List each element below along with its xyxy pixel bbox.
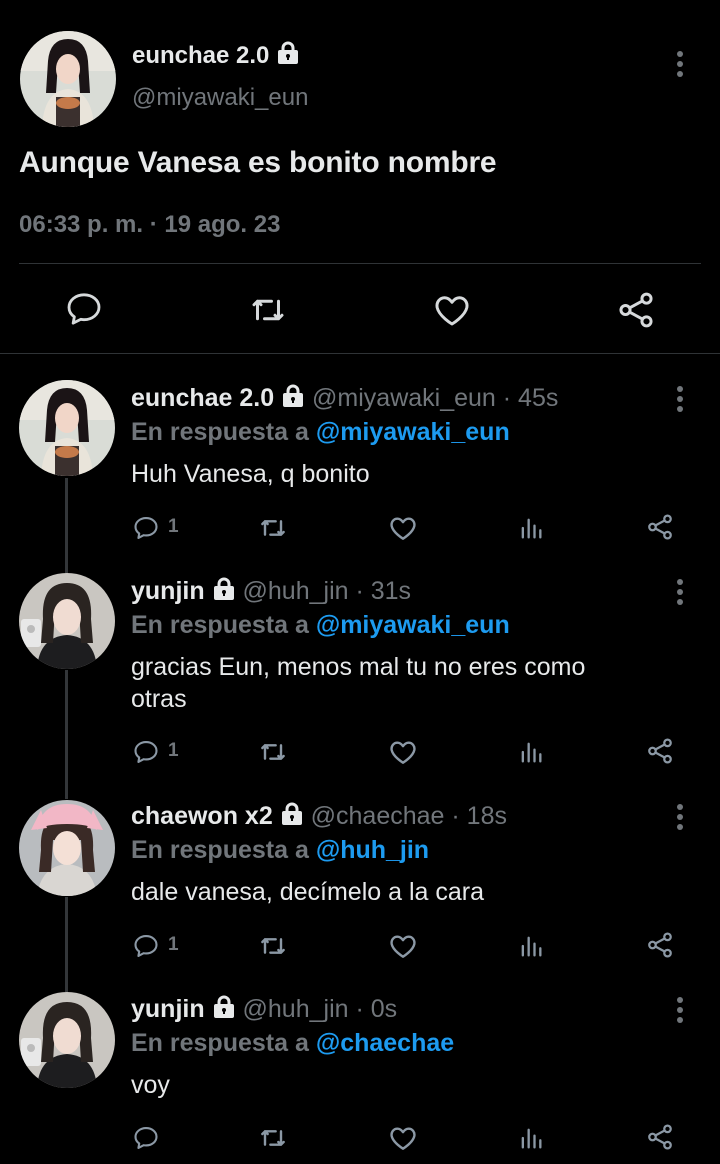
thread-line (65, 897, 68, 992)
lock-icon (281, 802, 302, 826)
more-icon[interactable] (670, 384, 690, 414)
share-icon[interactable] (645, 736, 675, 766)
handle-time[interactable]: @huh_jin · 0s (243, 995, 398, 1023)
tweet-text-line: otras (131, 685, 187, 713)
tweet-text: Huh Vanesa, q bonito (131, 460, 370, 488)
avatar-eunchae[interactable] (19, 380, 115, 476)
avatar-yunjin[interactable] (19, 573, 115, 669)
like-icon[interactable] (387, 930, 419, 962)
display-name[interactable]: yunjin (131, 995, 205, 1023)
share-icon[interactable] (645, 930, 675, 960)
handle-time[interactable]: @huh_jin · 31s (243, 577, 412, 605)
retweet-icon[interactable] (257, 512, 289, 544)
handle-time[interactable]: @miyawaki_eun · 45s (312, 384, 558, 412)
retweet-icon[interactable] (257, 736, 289, 768)
display-name[interactable]: yunjin (131, 577, 205, 605)
lock-icon (213, 995, 234, 1019)
share-icon[interactable] (615, 289, 657, 331)
views-icon[interactable] (517, 1122, 545, 1154)
share-icon[interactable] (645, 1122, 675, 1152)
display-name[interactable]: eunchae 2.0 (132, 42, 269, 69)
tweet-text-line: gracias Eun, menos mal tu no eres como (131, 653, 586, 681)
views-icon[interactable] (517, 512, 545, 544)
reply-to-link[interactable]: @miyawaki_eun (316, 418, 510, 446)
retweet-icon[interactable] (257, 930, 289, 962)
like-icon[interactable] (431, 289, 473, 331)
lock-icon (283, 384, 304, 408)
avatar-yunjin[interactable] (19, 992, 115, 1088)
reply-icon[interactable] (132, 738, 160, 766)
thread-line (65, 478, 68, 574)
reply-context-label: En respuesta a (131, 836, 309, 864)
reply-count: 1 (168, 516, 179, 537)
reply-context-label: En respuesta a (131, 1029, 309, 1057)
reply-count: 1 (168, 934, 179, 955)
share-icon[interactable] (645, 512, 675, 542)
lock-icon (213, 577, 234, 601)
like-icon[interactable] (387, 736, 419, 768)
thread-line (65, 670, 68, 799)
reply-icon[interactable] (132, 1124, 160, 1152)
divider (0, 353, 720, 354)
reply-to-link[interactable]: @miyawaki_eun (316, 611, 510, 639)
reply-context-label: En respuesta a (131, 611, 309, 639)
tweet-text: voy (131, 1071, 170, 1099)
avatar-eunchae[interactable] (20, 31, 116, 127)
reply-to-link[interactable]: @huh_jin (316, 836, 429, 864)
handle[interactable]: @miyawaki_eun (132, 84, 308, 112)
display-name[interactable]: eunchae 2.0 (131, 384, 274, 412)
more-icon[interactable] (670, 995, 690, 1025)
timestamp[interactable]: 06:33 p. m. · 19 ago. 23 (19, 211, 280, 239)
tweet-text: Aunque Vanesa es bonito nombre (19, 146, 497, 179)
tweet-text: dale vanesa, decímelo a la cara (131, 878, 484, 906)
retweet-icon[interactable] (257, 1122, 289, 1154)
reply-count: 1 (168, 740, 179, 761)
views-icon[interactable] (517, 930, 545, 962)
display-name[interactable]: chaewon x2 (131, 802, 273, 830)
reply-icon[interactable] (64, 289, 104, 329)
more-icon[interactable] (670, 577, 690, 607)
divider (19, 263, 701, 264)
handle-time[interactable]: @chaechae · 18s (311, 802, 507, 830)
reply-icon[interactable] (132, 514, 160, 542)
reply-to-link[interactable]: @chaechae (316, 1029, 454, 1057)
like-icon[interactable] (387, 1122, 419, 1154)
reply-context-label: En respuesta a (131, 418, 309, 446)
more-icon[interactable] (670, 802, 690, 832)
reply-icon[interactable] (132, 932, 160, 960)
views-icon[interactable] (517, 736, 545, 768)
retweet-icon[interactable] (247, 289, 289, 331)
more-icon[interactable] (670, 49, 690, 79)
lock-icon (278, 41, 299, 64)
like-icon[interactable] (387, 512, 419, 544)
avatar-chaewon[interactable] (19, 800, 115, 896)
